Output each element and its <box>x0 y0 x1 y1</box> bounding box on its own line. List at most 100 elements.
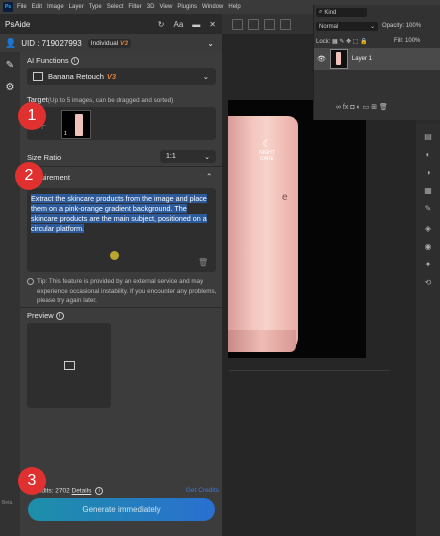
menu-edit[interactable]: Edit <box>32 4 42 10</box>
menu-layer[interactable]: Layer <box>69 4 84 10</box>
account-bar[interactable]: 👤 UID : 719027993 Individual V3 ⌄ <box>0 34 222 52</box>
function-tag: V3 <box>106 72 117 81</box>
lock-label: Lock: <box>316 39 331 45</box>
paths-icon[interactable]: ✦ <box>423 260 433 270</box>
info-icon[interactable]: i <box>95 487 104 495</box>
menu-window[interactable]: Window <box>202 4 223 10</box>
properties-icon[interactable]: ▤ <box>423 132 433 142</box>
fill-value[interactable]: 100% <box>405 38 420 44</box>
ai-functions-label: AI Functions i <box>27 56 79 66</box>
image-icon <box>33 72 43 81</box>
plan-name: Individual <box>90 39 119 47</box>
eye-icon[interactable]: 👁 <box>317 55 326 63</box>
font-size-icon[interactable]: Aa <box>174 20 184 29</box>
preview-label: Preview i <box>27 311 64 321</box>
step-marker-1: 1 <box>18 102 46 130</box>
menu-plugins[interactable]: Plugins <box>177 4 197 10</box>
color-icon[interactable]: ◑ <box>423 168 433 178</box>
layer-row[interactable]: 👁 Layer 1 <box>314 48 440 70</box>
history-icon[interactable]: ⟲ <box>423 278 433 288</box>
chevron-down-icon: ⌄ <box>204 153 210 161</box>
target-image-area[interactable] <box>27 107 216 140</box>
product-brand-text: e <box>282 192 288 203</box>
header-controls: ↻ Aa ▬ ✕ <box>158 20 216 29</box>
plugin-sidebar: ✎ ⚙ <box>0 34 20 536</box>
tip-text: Tip: This feature is provided by an exte… <box>37 278 217 304</box>
divider <box>20 307 222 308</box>
photoshop-logo-icon: Ps <box>3 2 13 12</box>
size-ratio-select[interactable]: 1:1 ⌄ <box>160 150 216 163</box>
align-center-icon[interactable] <box>248 19 259 30</box>
image-placeholder-icon <box>64 361 75 370</box>
uid-text: UID : 719027993 <box>21 38 82 48</box>
refresh-icon[interactable]: ↻ <box>158 20 165 29</box>
opacity-value[interactable]: 100% <box>406 23 421 29</box>
gear-icon[interactable]: ⚙ <box>4 82 16 94</box>
info-icon[interactable]: i <box>70 57 79 66</box>
search-icon: ⌕ <box>319 9 323 15</box>
canvas-divider <box>229 370 389 371</box>
fill-field[interactable]: Fill: 100% <box>394 38 420 44</box>
info-icon <box>27 278 34 285</box>
sidebar-beta-label: Beta <box>2 500 13 506</box>
menu-image[interactable]: Image <box>47 4 64 10</box>
info-icon[interactable]: i <box>55 312 64 321</box>
opacity-field[interactable]: Opacity: 100% <box>382 23 421 29</box>
function-name: Banana Retouch <box>48 72 104 81</box>
menu-file[interactable]: File <box>17 4 27 10</box>
tip-notice: Tip: This feature is provided by an exte… <box>27 277 217 306</box>
pencil-icon[interactable]: ✎ <box>4 60 16 72</box>
product-logo: ☾ NIGHT CARE <box>258 140 276 163</box>
target-label-hint: (Up to 5 images, can be dragged and sort… <box>47 97 174 104</box>
size-ratio-value: 1:1 <box>166 153 176 160</box>
mouse-cursor-highlight <box>110 251 119 260</box>
layer-kind-filter[interactable]: ⌕ Kind <box>316 8 367 17</box>
fill-label: Fill: <box>394 38 404 44</box>
chevron-down-icon: ⌄ <box>369 24 375 30</box>
chevron-up-icon[interactable]: ⌃ <box>206 172 212 181</box>
align-left-icon[interactable] <box>232 19 243 30</box>
target-label: Target(Up to 5 images, can be dragged an… <box>27 95 173 104</box>
lock-icons[interactable]: ▦ ✎ ✥ ⬚ 🔒 <box>332 39 368 45</box>
layers-icon[interactable]: ◈ <box>423 224 433 234</box>
target-thumbnail[interactable]: 1 <box>61 110 91 139</box>
skincare-tube-cap <box>228 330 296 352</box>
adjustments-icon[interactable]: ◐ <box>423 150 433 160</box>
trash-icon[interactable]: 🗑 <box>198 258 208 267</box>
blend-mode-select[interactable]: Normal ⌄ <box>316 22 378 31</box>
brush-icon[interactable]: ✎ <box>423 204 433 214</box>
chevron-down-icon: ⌄ <box>202 72 209 81</box>
size-ratio-label: Size Ratio <box>27 153 62 162</box>
ai-function-select[interactable]: Banana Retouch V3 ⌄ <box>27 68 216 85</box>
plan-tag: V3 <box>120 39 128 47</box>
minimize-icon[interactable]: ▬ <box>192 20 200 29</box>
close-icon[interactable]: ✕ <box>209 20 216 29</box>
get-credits-link[interactable]: Get Credits <box>186 487 219 494</box>
menu-filter[interactable]: Filter <box>128 4 141 10</box>
thumbnail-index: 1 <box>64 131 67 137</box>
channels-icon[interactable]: ◉ <box>423 242 433 252</box>
align-right-icon[interactable] <box>264 19 275 30</box>
details-link[interactable]: Details <box>72 488 92 495</box>
product-logo-text: NIGHT CARE <box>259 150 275 162</box>
user-icon: 👤 <box>5 37 17 48</box>
swatches-icon[interactable]: ▦ <box>423 186 433 196</box>
requirement-selected-text: Extract the skincare products from the i… <box>31 194 207 233</box>
psaide-header: PsAide ↻ Aa ▬ ✕ <box>0 14 222 35</box>
preview-label-text: Preview <box>27 311 54 320</box>
generate-button[interactable]: Generate immediately <box>28 498 215 521</box>
menu-select[interactable]: Select <box>107 4 124 10</box>
chevron-down-icon[interactable]: ⌄ <box>207 39 214 48</box>
menu-type[interactable]: Type <box>89 4 102 10</box>
plan-badge: Individual V3 <box>87 38 131 48</box>
distribute-icon[interactable] <box>280 19 291 30</box>
menu-help[interactable]: Help <box>228 4 240 10</box>
layer-thumbnail <box>329 49 348 69</box>
layers-footer-icons[interactable]: ∞ fx ◘ ◐ ▭ ⊞ 🗑 <box>336 103 388 111</box>
layer-name[interactable]: Layer 1 <box>352 56 372 62</box>
menu-view[interactable]: View <box>159 4 172 10</box>
step-marker-3: 3 <box>18 467 46 495</box>
requirement-text[interactable]: Extract the skincare products from the i… <box>31 194 213 234</box>
step-marker-2: 2 <box>15 162 43 190</box>
menu-3d[interactable]: 3D <box>147 4 155 10</box>
